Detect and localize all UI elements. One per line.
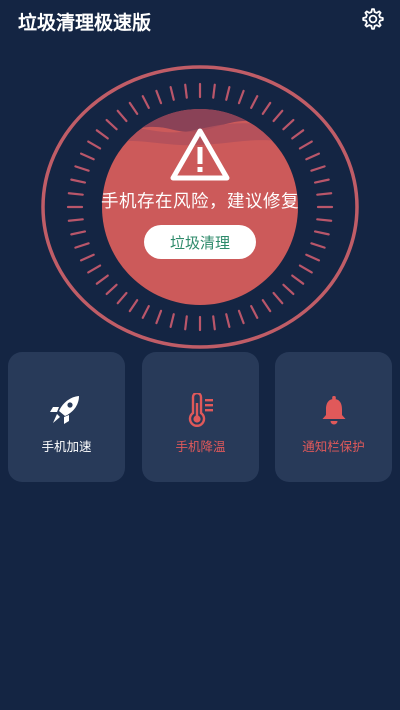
gauge-tick [116, 109, 128, 123]
app-title: 垃圾清理极速版 [18, 12, 152, 34]
gauge-tick [74, 242, 90, 249]
gauge-tick [305, 253, 321, 262]
gauge-tick [225, 85, 231, 101]
gauge-tick [282, 118, 295, 131]
gauge-tick [310, 242, 326, 249]
gauge-tick [184, 315, 188, 331]
clean-button[interactable]: 垃圾清理 [144, 225, 256, 259]
gauge-tick [316, 218, 333, 222]
gauge-tick [305, 152, 321, 161]
gauge-tick [67, 218, 84, 222]
gauge-tick [212, 83, 216, 99]
gauge-tick [105, 283, 118, 296]
gauge-tick [70, 230, 87, 236]
gauge-tick [310, 165, 326, 172]
gauge-tick [272, 109, 284, 123]
gauge-tick [225, 313, 231, 329]
gauge-tick [272, 291, 284, 305]
gauge-tick [141, 95, 150, 109]
rocket-icon [49, 396, 79, 424]
gauge-tick [79, 152, 95, 161]
gauge-tick [87, 264, 102, 274]
risk-gauge: 手机存在风险，建议修复 垃圾清理 [40, 65, 360, 350]
gauge-tick [282, 283, 295, 296]
gauge-tick [155, 89, 163, 105]
gauge-tick [291, 129, 305, 140]
gauge-tick [237, 309, 245, 325]
gauge-tick [105, 118, 118, 131]
gauge-tick [313, 178, 330, 184]
gauge-tick [237, 89, 245, 105]
gauge-tick [298, 264, 313, 274]
gauge-tick [250, 95, 259, 109]
gauge-tick [169, 313, 175, 329]
gear-icon [362, 8, 384, 30]
feature-card-cooldown[interactable]: 手机降温 [142, 352, 259, 482]
bell-icon [322, 396, 345, 425]
gauge-tick [95, 129, 109, 140]
gauge-tick [116, 291, 128, 305]
gauge-tick [70, 178, 87, 184]
gauge-tick [261, 299, 272, 313]
settings-button[interactable] [360, 6, 386, 32]
gauge-tick [155, 309, 163, 325]
risk-message: 手机存在风险，建议修复 [101, 192, 299, 212]
feature-card-speedup[interactable]: 手机加速 [8, 352, 125, 482]
gauge-tick [313, 230, 330, 236]
gauge-tick [87, 140, 102, 150]
gauge-tick [169, 85, 175, 101]
thermometer-icon [188, 393, 213, 427]
gauge-tick [212, 315, 216, 331]
feature-label-notification-protect: 通知栏保护 [302, 439, 365, 454]
feature-label-speedup: 手机加速 [41, 439, 92, 454]
gauge-tick [95, 274, 109, 285]
gauge-tick [250, 305, 259, 319]
feature-label-cooldown: 手机降温 [175, 439, 226, 454]
gauge-tick [184, 83, 188, 99]
feature-card-notification-protect[interactable]: 通知栏保护 [275, 352, 392, 482]
gauge-tick [298, 140, 313, 150]
gauge-tick [128, 101, 139, 115]
gauge-tick [141, 305, 150, 319]
gauge-tick [128, 299, 139, 313]
gauge-tick [79, 253, 95, 262]
gauge-tick [74, 165, 90, 172]
gauge-tick [291, 274, 305, 285]
gauge-tick [261, 101, 272, 115]
